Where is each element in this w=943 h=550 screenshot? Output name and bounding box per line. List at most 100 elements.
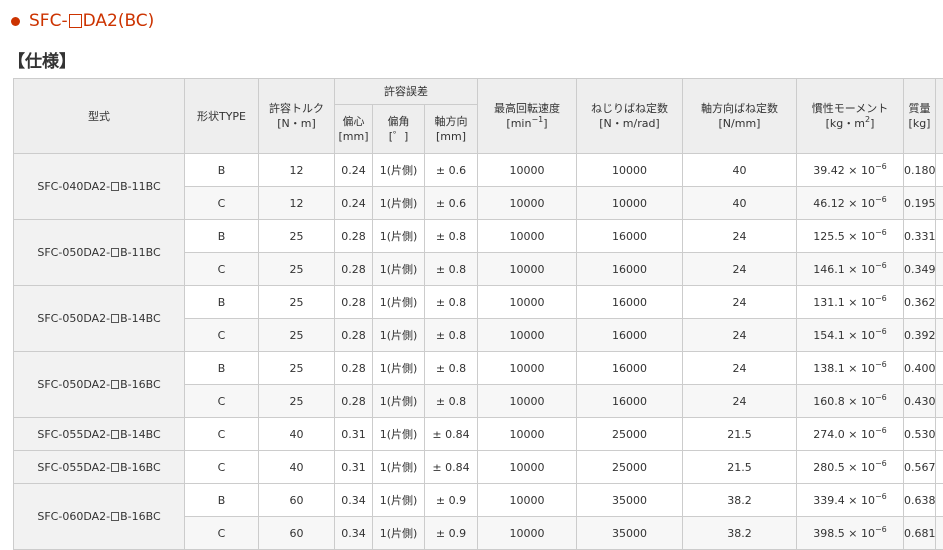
cell-inertia: 131.1 × 10−6: [797, 286, 904, 319]
cell-speed: 10000: [478, 286, 577, 319]
cell-inertia: 46.12 × 10−6: [797, 187, 904, 220]
cell-torque: 25: [259, 319, 335, 352]
placeholder-square-icon: [69, 14, 82, 28]
cell-type: B: [185, 220, 259, 253]
cell-angular: 1(片側): [373, 154, 425, 187]
cell-axial: ± 0.8: [425, 385, 478, 418]
cell-torque: 25: [259, 352, 335, 385]
cell-type: C: [185, 319, 259, 352]
header-mass: 質量[kg]: [904, 79, 936, 154]
cell-axial-spring: 40: [683, 154, 797, 187]
cell-speed: 10000: [478, 187, 577, 220]
placeholder-square-icon: [111, 248, 119, 257]
cell-speed: 10000: [478, 154, 577, 187]
header-speed: 最高回転速度[min−1]: [478, 79, 577, 154]
cell-angular: 1(片側): [373, 187, 425, 220]
header-misalignment: 許容誤差: [335, 79, 478, 105]
header-inertia: 慣性モーメント[kg・m2]: [797, 79, 904, 154]
cell-axial: ± 0.8: [425, 253, 478, 286]
cell-mass: 0.349: [904, 253, 936, 286]
cell-torsional: 10000: [577, 187, 683, 220]
cell-axial-spring: 24: [683, 352, 797, 385]
model-cell: SFC-050DA2-B-14BC: [14, 286, 185, 352]
cell-mass: 0.195: [904, 187, 936, 220]
cell-axial-spring: 24: [683, 253, 797, 286]
cell-mass: 0.331: [904, 220, 936, 253]
cell-torsional: 35000: [577, 517, 683, 550]
cell-axial: ± 0.8: [425, 286, 478, 319]
spec-table-body: SFC-040DA2-B-11BCB120.241(片側)± 0.6100001…: [14, 154, 943, 550]
cell-extra: [936, 253, 943, 286]
cell-parallel: 0.28: [335, 319, 373, 352]
cell-speed: 10000: [478, 451, 577, 484]
cell-mass: 0.567: [904, 451, 936, 484]
cell-axial-spring: 21.5: [683, 418, 797, 451]
header-model: 型式: [14, 79, 185, 154]
model-suffix: B-16BC: [120, 378, 161, 391]
model-cell: SFC-050DA2-B-16BC: [14, 352, 185, 418]
cell-speed: 10000: [478, 253, 577, 286]
cell-torque: 12: [259, 187, 335, 220]
cell-axial-spring: 40: [683, 187, 797, 220]
cell-parallel: 0.24: [335, 187, 373, 220]
cell-axial: ± 0.84: [425, 451, 478, 484]
cell-torque: 40: [259, 418, 335, 451]
cell-type: C: [185, 451, 259, 484]
model-cell: SFC-055DA2-B-14BC: [14, 418, 185, 451]
model-cell: SFC-050DA2- B-11BC: [14, 220, 185, 286]
header-shape: 形状TYPE: [185, 79, 259, 154]
header-torsional: ねじりばね定数[N・m/rad]: [577, 79, 683, 154]
cell-angular: 1(片側): [373, 418, 425, 451]
product-title-prefix: SFC-: [29, 11, 68, 31]
placeholder-square-icon: [111, 512, 119, 521]
cell-torque: 40: [259, 451, 335, 484]
model-suffix: B-14BC: [120, 428, 161, 441]
cell-parallel: 0.28: [335, 253, 373, 286]
cell-axial-spring: 24: [683, 220, 797, 253]
cell-inertia: 160.8 × 10−6: [797, 385, 904, 418]
cell-parallel: 0.28: [335, 352, 373, 385]
cell-type: B: [185, 286, 259, 319]
bullet-icon: [11, 17, 20, 26]
cell-mass: 0.530: [904, 418, 936, 451]
cell-angular: 1(片側): [373, 319, 425, 352]
model-cell: SFC-040DA2-B-11BC: [14, 154, 185, 220]
cell-type: C: [185, 253, 259, 286]
cell-extra: [936, 385, 943, 418]
cell-torsional: 16000: [577, 220, 683, 253]
cell-speed: 10000: [478, 385, 577, 418]
placeholder-square-icon: [111, 182, 119, 191]
model-prefix: SFC-040DA2-: [37, 180, 110, 193]
cell-torque: 25: [259, 286, 335, 319]
cell-speed: 10000: [478, 220, 577, 253]
cell-torque: 12: [259, 154, 335, 187]
cell-inertia: 398.5 × 10−6: [797, 517, 904, 550]
model-suffix: B-16BC: [120, 461, 161, 474]
cell-mass: 0.681: [904, 517, 936, 550]
cell-extra: [936, 517, 943, 550]
section-heading: 【仕様】: [8, 47, 76, 72]
cell-axial: ± 0.8: [425, 319, 478, 352]
cell-extra: [936, 451, 943, 484]
cell-torque: 25: [259, 220, 335, 253]
cell-axial-spring: 38.2: [683, 517, 797, 550]
cell-parallel: 0.31: [335, 451, 373, 484]
cell-mass: 0.392: [904, 319, 936, 352]
cell-angular: 1(片側): [373, 451, 425, 484]
cell-torsional: 16000: [577, 385, 683, 418]
cell-extra: [936, 319, 943, 352]
model-cell: SFC-060DA2-B-16BC: [14, 484, 185, 550]
model-prefix: SFC-050DA2-: [37, 246, 110, 259]
table-row: SFC-055DA2-B-16BCC400.311(片側)± 0.8410000…: [14, 451, 943, 484]
cell-angular: 1(片側): [373, 253, 425, 286]
placeholder-square-icon: [111, 430, 119, 439]
cell-torque: 25: [259, 253, 335, 286]
cell-extra: [936, 418, 943, 451]
cell-axial-spring: 38.2: [683, 484, 797, 517]
header-angular: 偏角[゜]: [373, 105, 425, 154]
model-suffix: B-11BC: [120, 246, 161, 259]
cell-inertia: 274.0 × 10−6: [797, 418, 904, 451]
cell-mass: 0.430: [904, 385, 936, 418]
header-torque: 許容トルク[N・m]: [259, 79, 335, 154]
model-prefix: SFC-050DA2-: [37, 312, 110, 325]
